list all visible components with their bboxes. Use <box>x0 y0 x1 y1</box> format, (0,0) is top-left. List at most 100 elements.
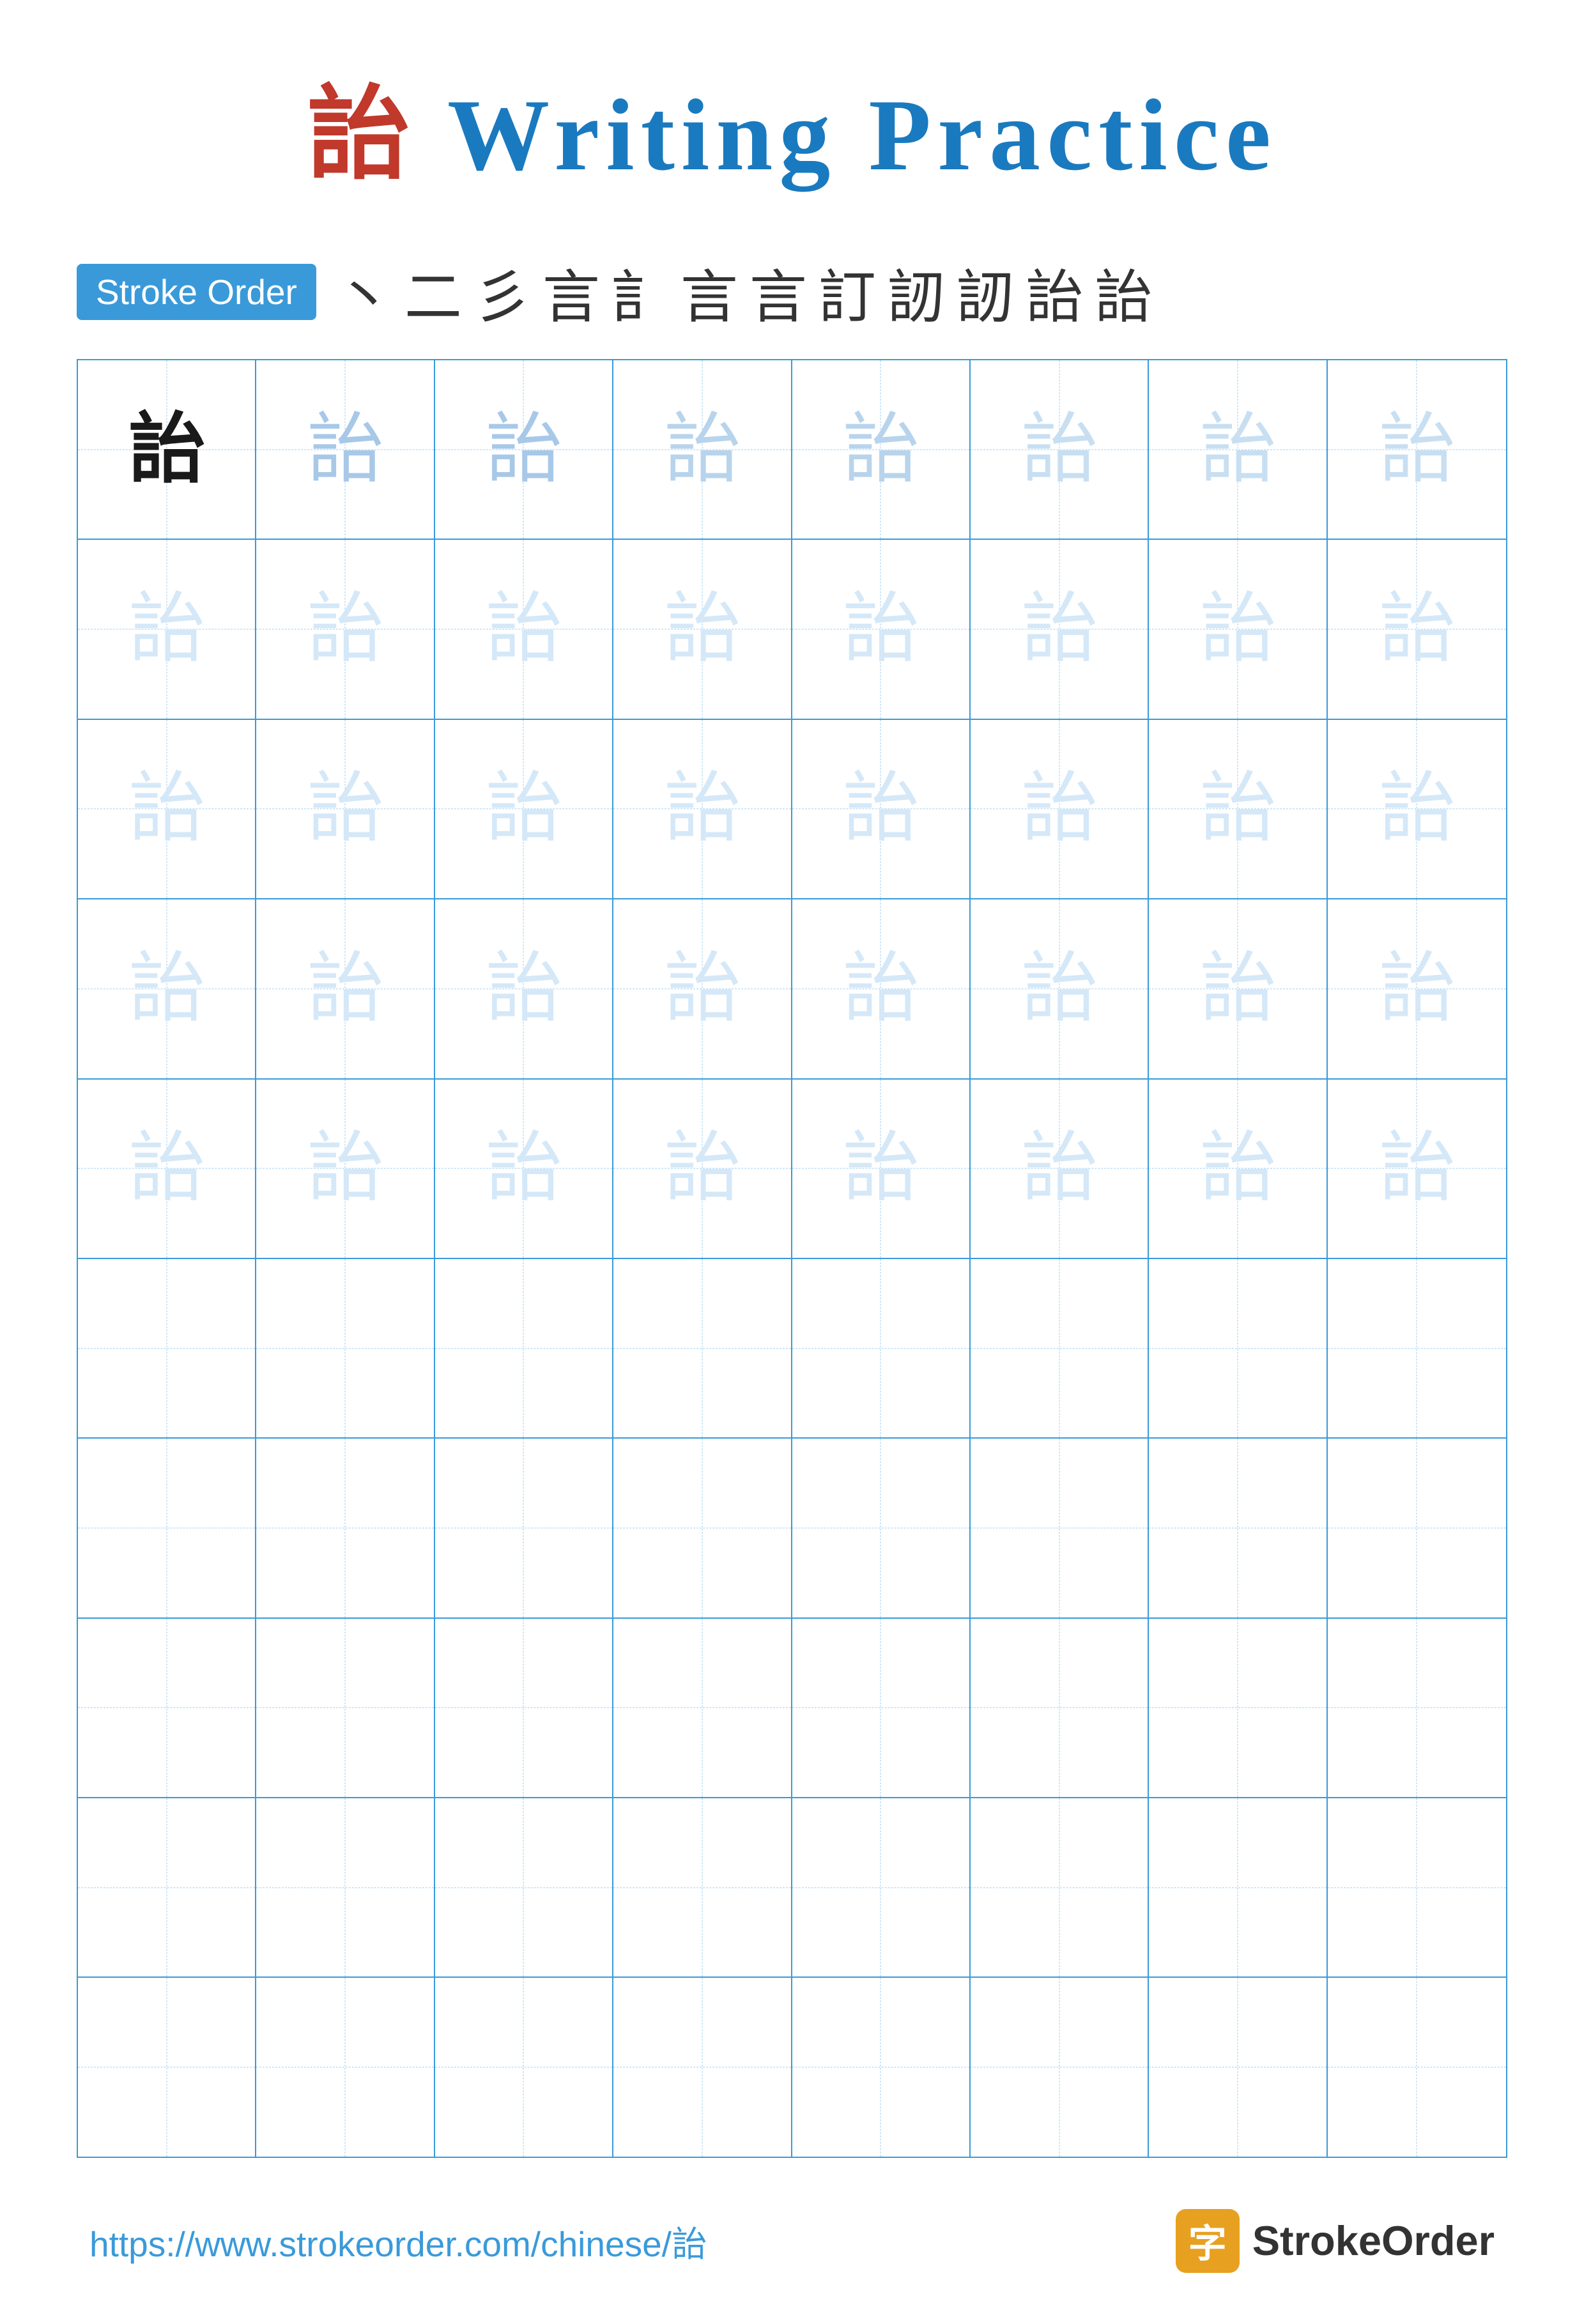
stroke-order-row: Stroke Order 丶 二 彡 言 訁 言 言 訂 訒 訒 詒 詒 <box>77 250 1507 333</box>
page-title: 詒 Writing Practice <box>307 51 1277 199</box>
grid-cell[interactable] <box>256 1439 434 1617</box>
grid-cell[interactable] <box>256 1798 434 1976</box>
grid-cell[interactable]: 詒 <box>435 899 613 1078</box>
grid-cell[interactable] <box>1328 1798 1506 1976</box>
grid-cell[interactable] <box>256 1259 434 1437</box>
grid-cell[interactable]: 詒 <box>256 1080 434 1258</box>
grid-cell[interactable]: 詒 <box>78 1080 256 1258</box>
grid-cell[interactable] <box>1328 1978 1506 2156</box>
grid-cell[interactable] <box>792 1619 971 1797</box>
grid-cell[interactable]: 詒 <box>1328 540 1506 718</box>
grid-cell[interactable]: 詒 <box>613 720 792 898</box>
practice-char: 詒 <box>1199 770 1276 847</box>
grid-cell[interactable] <box>792 1439 971 1617</box>
grid-cell[interactable]: 詒 <box>78 540 256 718</box>
practice-char: 詒 <box>307 951 383 1027</box>
grid-cell[interactable]: 詒 <box>1149 540 1327 718</box>
grid-cell[interactable]: 詒 <box>971 360 1149 539</box>
grid-cell[interactable]: 詒 <box>78 720 256 898</box>
grid-cell[interactable] <box>78 1978 256 2156</box>
grid-cell[interactable] <box>971 1798 1149 1976</box>
practice-char: 詒 <box>1021 1130 1098 1207</box>
grid-cell[interactable]: 詒 <box>1328 360 1506 539</box>
grid-cell[interactable]: 詒 <box>256 720 434 898</box>
grid-row: 詒 詒 詒 詒 詒 詒 詒 詒 <box>78 720 1506 899</box>
grid-cell[interactable]: 詒 <box>435 540 613 718</box>
grid-cell[interactable]: 詒 <box>1149 720 1327 898</box>
grid-cell[interactable]: 詒 <box>613 899 792 1078</box>
practice-char: 詒 <box>1021 951 1098 1027</box>
grid-cell[interactable] <box>971 1439 1149 1617</box>
grid-cell[interactable] <box>435 1259 613 1437</box>
grid-cell[interactable] <box>1149 1798 1327 1976</box>
practice-char: 詒 <box>485 770 562 847</box>
practice-char: 詒 <box>307 770 383 847</box>
grid-cell[interactable] <box>1328 1619 1506 1797</box>
grid-cell[interactable] <box>613 1439 792 1617</box>
practice-char: 詒 <box>485 951 562 1027</box>
grid-cell[interactable]: 詒 <box>792 720 971 898</box>
grid-cell[interactable] <box>971 1619 1149 1797</box>
grid-cell[interactable]: 詒 <box>435 720 613 898</box>
grid-cell[interactable] <box>971 1978 1149 2156</box>
practice-char: 詒 <box>1021 591 1098 668</box>
grid-cell[interactable]: 詒 <box>78 360 256 539</box>
grid-cell[interactable]: 詒 <box>1149 360 1327 539</box>
practice-char: 詒 <box>485 591 562 668</box>
grid-cell[interactable]: 詒 <box>971 720 1149 898</box>
practice-char: 詒 <box>1378 591 1455 668</box>
practice-char: 詒 <box>307 591 383 668</box>
grid-cell[interactable] <box>613 1259 792 1437</box>
grid-cell[interactable] <box>78 1798 256 1976</box>
grid-cell[interactable] <box>78 1619 256 1797</box>
grid-cell[interactable]: 詒 <box>613 540 792 718</box>
grid-cell[interactable] <box>435 1439 613 1617</box>
grid-cell[interactable]: 詒 <box>1328 720 1506 898</box>
practice-char: 詒 <box>1199 591 1276 668</box>
grid-cell[interactable]: 詒 <box>1328 899 1506 1078</box>
grid-cell[interactable]: 詒 <box>78 899 256 1078</box>
grid-cell[interactable] <box>613 1978 792 2156</box>
practice-char: 詒 <box>128 1130 205 1207</box>
grid-cell[interactable]: 詒 <box>435 1080 613 1258</box>
grid-cell[interactable] <box>435 1798 613 1976</box>
grid-cell[interactable]: 詒 <box>971 540 1149 718</box>
grid-cell[interactable]: 詒 <box>256 540 434 718</box>
grid-cell[interactable]: 詒 <box>792 360 971 539</box>
grid-cell[interactable]: 詒 <box>613 360 792 539</box>
grid-cell[interactable] <box>78 1259 256 1437</box>
grid-cell[interactable]: 詒 <box>613 1080 792 1258</box>
grid-cell[interactable] <box>1149 1619 1327 1797</box>
grid-cell[interactable] <box>1149 1978 1327 2156</box>
grid-cell[interactable]: 詒 <box>792 1080 971 1258</box>
grid-cell[interactable]: 詒 <box>971 1080 1149 1258</box>
grid-cell[interactable] <box>256 1619 434 1797</box>
grid-cell[interactable] <box>1149 1439 1327 1617</box>
grid-cell[interactable]: 詒 <box>792 540 971 718</box>
grid-cell[interactable]: 詒 <box>1328 1080 1506 1258</box>
grid-cell[interactable] <box>613 1619 792 1797</box>
grid-cell[interactable] <box>1328 1259 1506 1437</box>
grid-cell[interactable]: 詒 <box>256 899 434 1078</box>
grid-cell[interactable]: 詒 <box>435 360 613 539</box>
grid-cell[interactable] <box>792 1259 971 1437</box>
grid-cell[interactable] <box>1149 1259 1327 1437</box>
grid-cell[interactable] <box>435 1619 613 1797</box>
stroke-char-11: 詒 <box>1026 250 1083 333</box>
title-chinese-char: 詒 <box>307 78 415 192</box>
grid-cell[interactable] <box>1328 1439 1506 1617</box>
grid-cell[interactable] <box>435 1978 613 2156</box>
grid-cell[interactable] <box>256 1978 434 2156</box>
grid-row: 詒 詒 詒 詒 詒 詒 詒 詒 <box>78 360 1506 540</box>
grid-cell[interactable] <box>78 1439 256 1617</box>
page: 詒 Writing Practice Stroke Order 丶 二 彡 言 … <box>0 0 1584 2324</box>
grid-cell[interactable]: 詒 <box>1149 899 1327 1078</box>
grid-cell[interactable]: 詒 <box>792 899 971 1078</box>
grid-cell[interactable] <box>613 1798 792 1976</box>
grid-cell[interactable]: 詒 <box>256 360 434 539</box>
grid-cell[interactable]: 詒 <box>1149 1080 1327 1258</box>
grid-cell[interactable] <box>971 1259 1149 1437</box>
grid-cell[interactable]: 詒 <box>971 899 1149 1078</box>
grid-cell[interactable] <box>792 1978 971 2156</box>
grid-cell[interactable] <box>792 1798 971 1976</box>
